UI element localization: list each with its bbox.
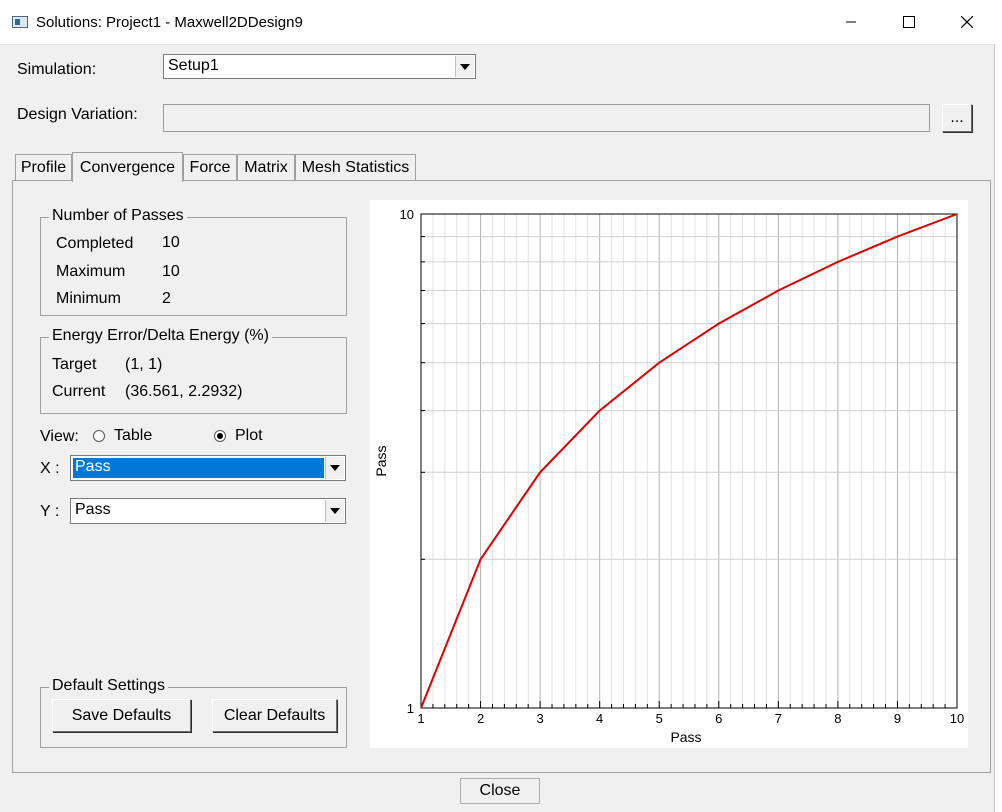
background-window-edge	[994, 44, 1002, 812]
tab-matrix-label: Matrix	[244, 158, 288, 176]
app-icon	[12, 16, 28, 28]
tab-force-label: Force	[189, 158, 231, 176]
plot-radio-label[interactable]: Plot	[235, 427, 263, 445]
minimize-icon	[846, 21, 856, 23]
save-defaults-button[interactable]: Save Defaults	[52, 699, 191, 732]
minimum-value: 2	[162, 290, 171, 307]
target-label: Target	[52, 356, 97, 373]
x-axis-select[interactable]: Pass	[70, 455, 346, 481]
view-label: View:	[40, 428, 79, 445]
x-tick-label: 1	[417, 711, 424, 726]
chart-svg: 1 2 3 4 5 6 7 8 9 10 1 10 Pass Pass	[373, 207, 964, 745]
tab-force[interactable]: Force	[183, 154, 237, 180]
x-tick-label: 4	[596, 711, 603, 726]
y-tick-label: 1	[407, 701, 414, 716]
tab-mesh-statistics[interactable]: Mesh Statistics	[295, 154, 416, 180]
tab-convergence-label: Convergence	[79, 158, 176, 176]
clear-defaults-label: Clear Defaults	[223, 706, 326, 724]
tab-mesh-statistics-label: Mesh Statistics	[301, 158, 410, 176]
x-tick-label: 10	[950, 711, 964, 726]
y-axis-title: Pass	[373, 445, 389, 476]
y-axis-value: Pass	[75, 501, 111, 518]
x-tick-label: 9	[894, 711, 901, 726]
y-tick-label: 10	[400, 207, 414, 222]
y-axis-label: Y :	[40, 503, 60, 520]
x-axis-value: Pass	[75, 458, 111, 475]
close-button[interactable]: Close	[460, 778, 540, 804]
plot-radio[interactable]	[214, 430, 226, 442]
x-tick-label: 5	[656, 711, 663, 726]
chevron-down-icon[interactable]	[325, 500, 344, 522]
x-axis-title: Pass	[670, 729, 701, 745]
minimize-button[interactable]	[822, 0, 880, 44]
maximize-icon	[903, 16, 915, 28]
passes-group-title: Number of Passes	[49, 207, 187, 225]
series-line	[420, 213, 958, 709]
x-tick-label: 3	[536, 711, 543, 726]
chevron-down-icon[interactable]	[325, 457, 344, 479]
window-title: Solutions: Project1 - Maxwell2DDesign9	[36, 14, 303, 31]
table-radio-label[interactable]: Table	[114, 427, 152, 445]
tab-convergence[interactable]: Convergence	[72, 152, 183, 182]
convergence-plot: 1 2 3 4 5 6 7 8 9 10 1 10 Pass Pass	[370, 200, 968, 748]
x-tick-label: 6	[715, 711, 722, 726]
x-tick-label: 2	[477, 711, 484, 726]
x-tick-label: 7	[775, 711, 782, 726]
completed-label: Completed	[56, 235, 134, 252]
minimum-label: Minimum	[56, 290, 121, 307]
chevron-down-icon[interactable]	[455, 56, 474, 77]
x-axis-label: X :	[40, 460, 60, 477]
close-label: Close	[479, 782, 521, 799]
completed-value: 10	[162, 234, 180, 251]
selection-highlight	[73, 458, 324, 478]
tab-matrix[interactable]: Matrix	[237, 154, 295, 180]
simulation-select[interactable]: Setup1	[163, 54, 476, 79]
save-defaults-label: Save Defaults	[71, 706, 172, 724]
close-icon	[961, 16, 973, 28]
current-label: Current	[52, 383, 106, 400]
design-variation-label: Design Variation:	[17, 106, 138, 123]
plot-frame	[420, 213, 958, 709]
simulation-value: Setup1	[168, 57, 219, 74]
close-window-button[interactable]	[938, 0, 996, 44]
energy-group-title: Energy Error/Delta Energy (%)	[49, 327, 272, 345]
tab-profile[interactable]: Profile	[15, 154, 72, 180]
current-value: (36.561, 2.2932)	[125, 383, 243, 400]
maximize-button[interactable]	[880, 0, 938, 44]
clear-defaults-button[interactable]: Clear Defaults	[212, 699, 337, 732]
maximum-label: Maximum	[56, 263, 126, 280]
design-variation-browse-button[interactable]: ...	[942, 104, 972, 132]
maximum-value: 10	[162, 263, 180, 280]
target-value: (1, 1)	[125, 356, 163, 373]
default-settings-title: Default Settings	[49, 677, 168, 695]
energy-group: Energy Error/Delta Energy (%)	[40, 327, 347, 414]
browse-label: ...	[950, 109, 964, 126]
x-tick-label: 8	[834, 711, 841, 726]
y-axis-select[interactable]: Pass	[70, 498, 346, 524]
design-variation-field[interactable]	[163, 104, 930, 132]
tab-profile-label: Profile	[20, 158, 67, 176]
simulation-label: Simulation:	[17, 61, 97, 78]
table-radio[interactable]	[93, 430, 105, 442]
title-bar: Solutions: Project1 - Maxwell2DDesign9	[0, 0, 1002, 45]
